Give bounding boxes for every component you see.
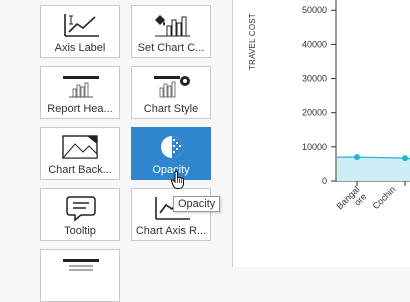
x-tick-label: Cochin [371, 184, 398, 211]
x-tick-label: Bangalore [335, 184, 369, 218]
y-tick-label: 20000 [302, 108, 327, 118]
y-tick-label: 10000 [302, 142, 327, 152]
area-fill [337, 157, 410, 181]
data-point[interactable] [354, 154, 360, 161]
data-point[interactable] [402, 155, 408, 162]
y-axis-title: TRAVEL COST [248, 13, 257, 70]
y-tick-label: 0 [322, 176, 327, 186]
y-tick-label: 50000 [302, 5, 327, 15]
opacity-tooltip: Opacity [173, 196, 221, 212]
y-tick-label: 40000 [302, 39, 327, 49]
area-chart: 0 10000 20000 30000 40000 50000 Bangalore Coch… [302, 0, 410, 218]
y-tick-label: 30000 [302, 74, 327, 84]
hand-pointer-cursor-icon [170, 170, 184, 189]
